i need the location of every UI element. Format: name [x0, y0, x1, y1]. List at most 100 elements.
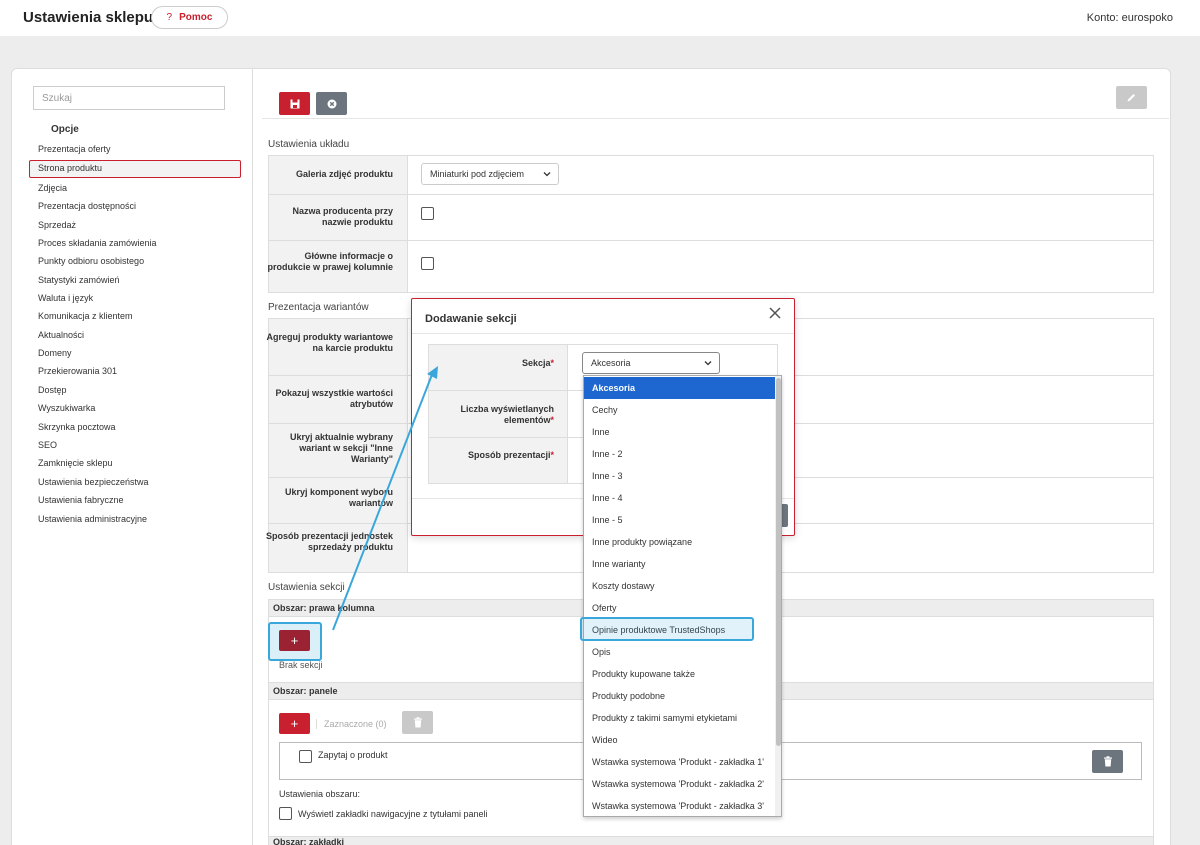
annotation-highlight [580, 617, 754, 641]
dropdown-option[interactable]: Inne warianty [584, 553, 775, 575]
dropdown-option[interactable]: Inne - 4 [584, 487, 775, 509]
area-settings-label: Ustawienia obszaru: [279, 789, 361, 799]
gallery-label: Galeria zdjęć produktu [295, 169, 393, 179]
count-field-label: Liczba wyświetlanych elementów* [424, 404, 554, 426]
sidebar-item[interactable]: Punkty odbioru osobistego [38, 256, 144, 266]
show-tabs-label: Wyświetl zakładki nawigacyjne z tytułami… [298, 809, 488, 819]
edit-button[interactable] [1116, 86, 1147, 109]
presentation-field-label: Sposób prezentacji* [424, 450, 554, 461]
dropdown-option[interactable]: Produkty kupowane także [584, 663, 775, 685]
sidebar-item[interactable]: Ustawienia fabryczne [38, 495, 124, 505]
required-mark: * [550, 415, 554, 425]
dropdown-option[interactable]: Inne - 3 [584, 465, 775, 487]
gallery-value: Miniaturki pod zdjęciem [430, 169, 525, 179]
variant-row-label: Sposób prezentacji jednostek sprzedaży p… [265, 531, 393, 552]
close-circle-icon [327, 99, 336, 108]
save-button[interactable] [279, 92, 310, 115]
help-button[interactable]: ? Pomoc [151, 6, 228, 29]
sidebar-item[interactable]: Przekierowania 301 [38, 366, 117, 376]
floppy-icon [290, 99, 299, 108]
gallery-select[interactable]: Miniaturki pod zdjęciem [421, 163, 559, 185]
row-divider [269, 240, 1153, 241]
variants-section-title: Prezentacja wariantów [268, 302, 369, 313]
search-input[interactable] [33, 86, 225, 110]
dropdown-option[interactable]: Akcesoria [584, 377, 775, 399]
dropdown-option[interactable]: Oferty [584, 597, 775, 619]
account-info: Konto: eurospoko [1086, 12, 1173, 24]
toolbar-divider [262, 118, 1169, 119]
cancel-button[interactable] [316, 92, 347, 115]
dropdown-option[interactable]: Wideo [584, 729, 775, 751]
dropdown-option[interactable]: Inne [584, 421, 775, 443]
sidebar-section-title: Opcje [51, 124, 79, 135]
sections-title: Ustawienia sekcji [268, 582, 345, 593]
required-mark: * [550, 358, 554, 368]
sidebar-item[interactable]: Skrzynka pocztowa [38, 422, 116, 432]
sidebar-item[interactable]: Komunikacja z klientem [38, 311, 133, 321]
area-tabs-header: Obszar: zakładki [268, 836, 1154, 845]
dropdown-option[interactable]: Wstawka systemowa 'Produkt - zakładka 1' [584, 751, 775, 773]
sidebar-item[interactable]: Aktualności [38, 330, 84, 340]
sidebar-item[interactable]: Zamknięcie sklepu [38, 458, 113, 468]
section-select-value: Akcesoria [591, 358, 631, 368]
sidebar-item[interactable]: Prezentacja dostępności [38, 201, 136, 211]
add-section-panels-button[interactable]: + [279, 713, 310, 734]
delete-selected-button[interactable] [402, 711, 433, 734]
top-bar: Ustawienia sklepu ? Pomoc Konto: eurospo… [0, 0, 1200, 36]
presentation-label-text: Sposób prezentacji [467, 450, 551, 460]
delete-panel-button[interactable] [1092, 750, 1123, 773]
producer-checkbox[interactable] [421, 207, 434, 220]
dropdown-option[interactable]: Cechy [584, 399, 775, 421]
pencil-icon [1127, 94, 1135, 102]
sidebar-item[interactable]: Dostęp [38, 385, 67, 395]
count-label-text: Liczba wyświetlanych elementów [460, 404, 554, 425]
add-section-right-button[interactable]: + [279, 630, 310, 651]
layout-section-title: Ustawienia układu [268, 139, 350, 150]
dropdown-option[interactable]: Wstawka systemowa 'Produkt - zakładka 3' [584, 795, 775, 816]
dropdown-scrollbar-thumb[interactable] [776, 378, 781, 746]
sidebar-item[interactable]: Ustawienia bezpieczeństwa [38, 477, 149, 487]
page-title: Ustawienia sklepu [23, 9, 154, 26]
sidebar-item[interactable]: Statystyki zamówień [38, 275, 120, 285]
help-icon: ? [166, 12, 173, 23]
sidebar-item[interactable]: Strona produktu [38, 163, 102, 173]
selected-count: Zaznaczone (0) [316, 719, 387, 729]
dropdown-option[interactable]: Inne - 5 [584, 509, 775, 531]
modal-title: Dodawanie sekcji [425, 313, 517, 325]
dropdown-option[interactable]: Produkty z takimi samymi etykietami [584, 707, 775, 729]
row-divider [269, 194, 1153, 195]
trash-icon [1103, 756, 1112, 767]
sidebar-item[interactable]: Waluta i język [38, 293, 93, 303]
sidebar-item[interactable]: Prezentacja oferty [38, 144, 111, 154]
no-sections-text: Brak sekcji [279, 660, 323, 670]
main-info-checkbox[interactable] [421, 257, 434, 270]
modal-divider [412, 333, 794, 334]
layout-settings-box [268, 155, 1154, 293]
section-field-label: Sekcja* [424, 358, 554, 369]
panel-item-checkbox[interactable] [299, 750, 312, 763]
sidebar-item[interactable]: Sprzedaż [38, 220, 76, 230]
sidebar-item[interactable]: Zdjęcia [38, 183, 67, 193]
chevron-down-icon [543, 172, 551, 177]
sidebar-item[interactable]: Domeny [38, 348, 72, 358]
dropdown-option[interactable]: Inne produkty powiązane [584, 531, 775, 553]
dropdown-option[interactable]: Produkty podobne [584, 685, 775, 707]
dropdown-option[interactable]: Opis [584, 641, 775, 663]
dropdown-option[interactable]: Inne - 2 [584, 443, 775, 465]
show-tabs-checkbox[interactable] [279, 807, 292, 820]
dropdown-option[interactable]: Wstawka systemowa 'Produkt - zakładka 2' [584, 773, 775, 795]
trash-icon [413, 717, 422, 728]
variant-row-label: Ukryj aktualnie wybrany wariant w sekcji… [289, 432, 393, 464]
dropdown-option[interactable]: Koszty dostawy [584, 575, 775, 597]
sidebar-item[interactable]: Proces składania zamówienia [38, 238, 157, 248]
close-icon[interactable] [768, 306, 782, 320]
section-options-list[interactable]: Akcesoria Cechy Inne Inne - 2 Inne - 3 Inne -… [583, 375, 782, 817]
sidebar-item[interactable]: SEO [38, 440, 57, 450]
sidebar-item[interactable]: Ustawienia administracyjne [38, 514, 147, 524]
section-select[interactable]: Akcesoria [582, 352, 720, 374]
section-label-text: Sekcja [521, 358, 551, 368]
producer-label: Nazwa producenta przy nazwie produktu [292, 206, 393, 227]
sidebar-item[interactable]: Wyszukiwarka [38, 403, 95, 413]
variant-row-label: Agreguj produkty wariantowe na karcie pr… [266, 332, 393, 353]
panel-item-label: Zapytaj o produkt [318, 750, 388, 760]
